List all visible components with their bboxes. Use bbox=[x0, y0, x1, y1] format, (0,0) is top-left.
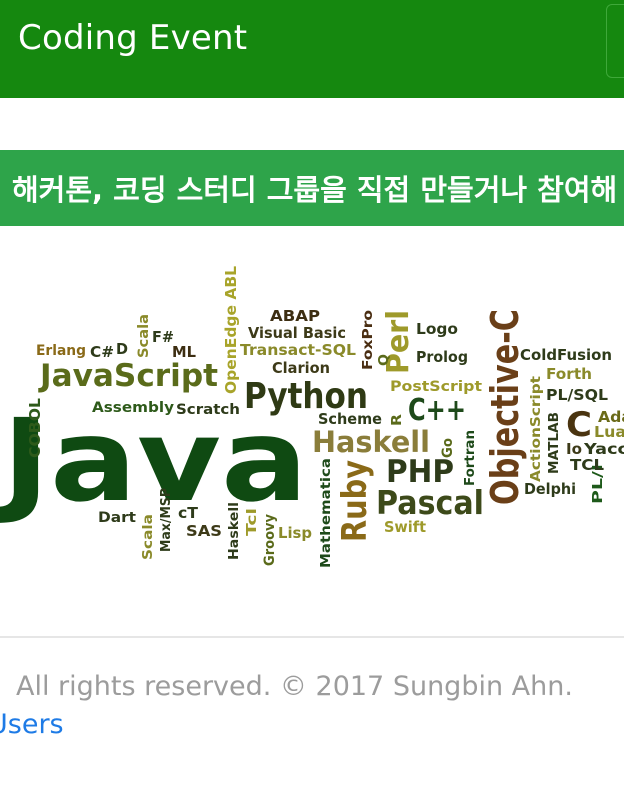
word-clarion: Clarion bbox=[272, 359, 330, 377]
word-forth: Forth bbox=[546, 365, 592, 383]
word-max-msp: Max/MSP bbox=[159, 488, 174, 552]
word-q: Q bbox=[377, 354, 392, 366]
word-cplusplus: C++ bbox=[408, 393, 466, 428]
word-groovy: Groovy bbox=[262, 514, 278, 566]
word-foxpro: FoxPro bbox=[361, 310, 376, 370]
word-objective-c: Objective-C bbox=[483, 309, 527, 505]
word-assembly: Assembly bbox=[92, 400, 174, 416]
word-prolog: Prolog bbox=[416, 348, 468, 366]
word-postscript: PostScript bbox=[390, 379, 482, 395]
word-dart: Dart bbox=[98, 510, 136, 526]
word-tcl-2: Tcl bbox=[245, 508, 260, 536]
word-ct: cT bbox=[178, 504, 199, 522]
word-d: D bbox=[116, 340, 128, 358]
word-openedge-abl: OpenEdge ABL bbox=[222, 266, 240, 394]
announcement-banner: 해커톤, 코딩 스터디 그룹을 직접 만들거나 참여해 bbox=[0, 150, 624, 226]
hamburger-menu-icon[interactable] bbox=[606, 4, 624, 78]
word-csharp: C# bbox=[90, 343, 114, 361]
word-abap: ABAP bbox=[270, 307, 320, 325]
users-link[interactable]: Users bbox=[0, 709, 64, 740]
word-cobol: COBOL bbox=[26, 398, 44, 458]
top-navbar: Coding Event bbox=[0, 0, 624, 98]
navbar-brand[interactable]: Coding Event bbox=[18, 18, 247, 58]
word-ruby: Ruby bbox=[335, 460, 375, 542]
word-go: Go bbox=[440, 438, 456, 458]
word-r: R bbox=[390, 414, 405, 426]
word-visual-basic: Visual Basic bbox=[248, 324, 346, 342]
footer-divider bbox=[0, 636, 624, 638]
word-php: PHP bbox=[386, 454, 454, 490]
word-haskell-2: Haskell bbox=[227, 502, 242, 560]
word-swift: Swift bbox=[384, 518, 426, 536]
word-sas: SAS bbox=[186, 522, 222, 540]
word-fsharp: F# bbox=[152, 328, 174, 346]
word-logo: Logo bbox=[416, 320, 458, 338]
word-scheme: Scheme bbox=[318, 410, 382, 428]
word-lua: Lua bbox=[594, 423, 624, 441]
word-fortran: Fortran bbox=[463, 430, 478, 486]
word-actionscript: ActionScript bbox=[529, 376, 544, 482]
word-javascript: JavaScript bbox=[38, 358, 218, 394]
word-transact-sql: Transact-SQL bbox=[240, 341, 356, 359]
word-pl-sql: PL/SQL bbox=[546, 386, 608, 404]
word-delphi: Delphi bbox=[524, 480, 576, 498]
word-erlang: Erlang bbox=[36, 343, 86, 359]
programming-language-word-cloud: Java JavaScript Python Objective-C Haske… bbox=[0, 266, 624, 568]
word-matlab: MATLAB bbox=[547, 412, 562, 474]
word-mathematica: Mathematica bbox=[319, 458, 334, 568]
word-scala: Scala bbox=[136, 314, 152, 358]
word-ml: ML bbox=[172, 343, 196, 361]
banner-text: 해커톤, 코딩 스터디 그룹을 직접 만들거나 참여해 bbox=[12, 173, 618, 207]
word-c: C bbox=[566, 405, 592, 445]
word-scala-2: Scala bbox=[141, 514, 156, 560]
word-scratch: Scratch bbox=[176, 402, 240, 418]
word-coldfusion: ColdFusion bbox=[520, 346, 612, 364]
word-tcl: TCL bbox=[570, 456, 604, 474]
footer-copyright: All rights reserved. © 2017 Sungbin Ahn. bbox=[16, 671, 573, 702]
word-lisp: Lisp bbox=[278, 524, 312, 542]
